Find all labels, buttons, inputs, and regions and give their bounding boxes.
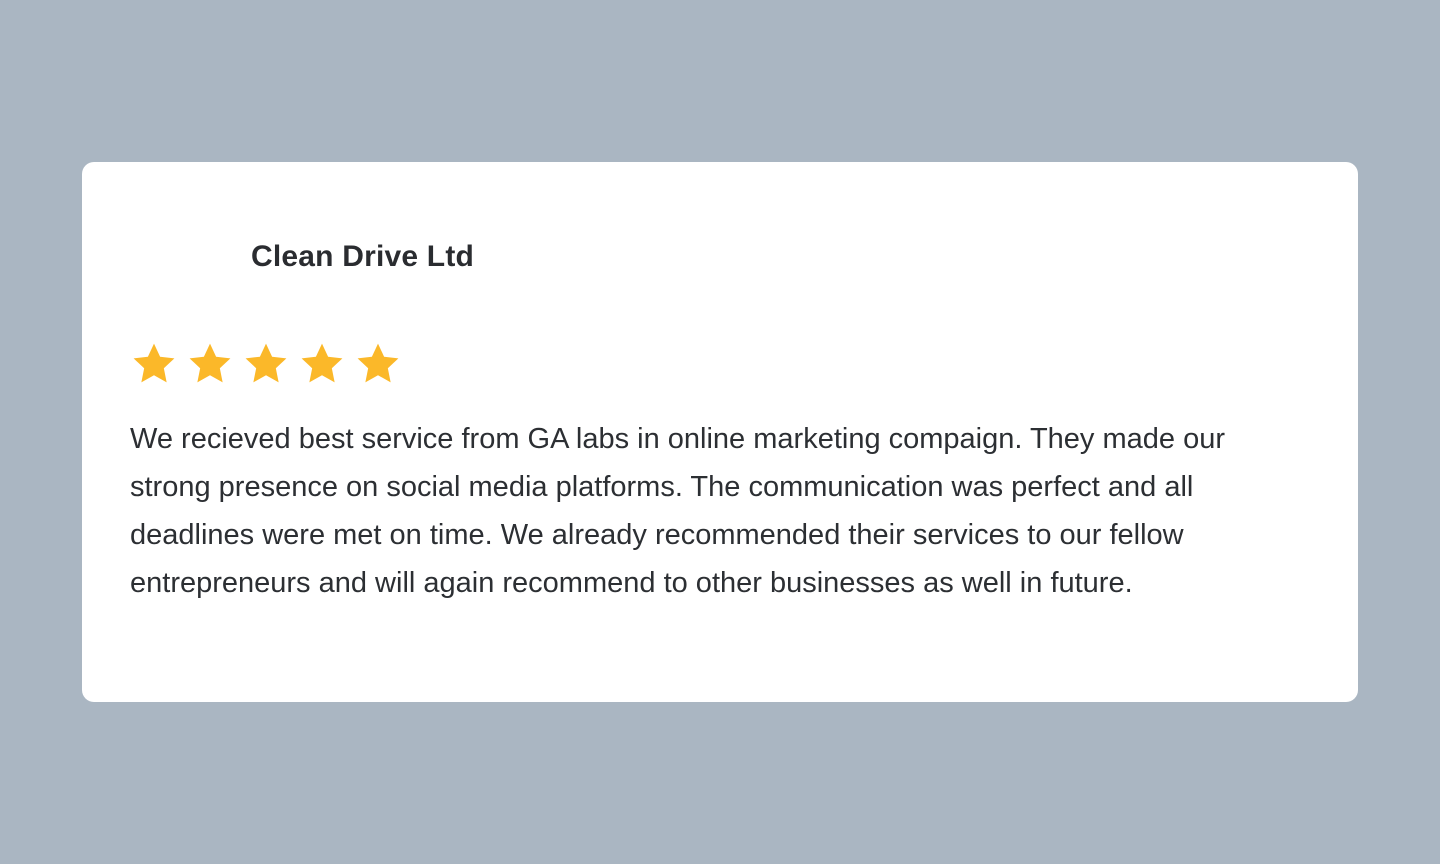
star-rating: [130, 340, 402, 388]
star-icon: [133, 343, 175, 383]
star-icon: [189, 343, 231, 383]
review-text: We recieved best service from GA labs in…: [130, 423, 1226, 599]
company-name: Clean Drive Ltd: [251, 240, 475, 273]
star-icon: [357, 343, 399, 383]
star-icon: [245, 343, 287, 383]
star-icon: [301, 343, 343, 383]
testimonial-card: Clean Drive Ltd We recieved best service…: [82, 162, 1358, 702]
